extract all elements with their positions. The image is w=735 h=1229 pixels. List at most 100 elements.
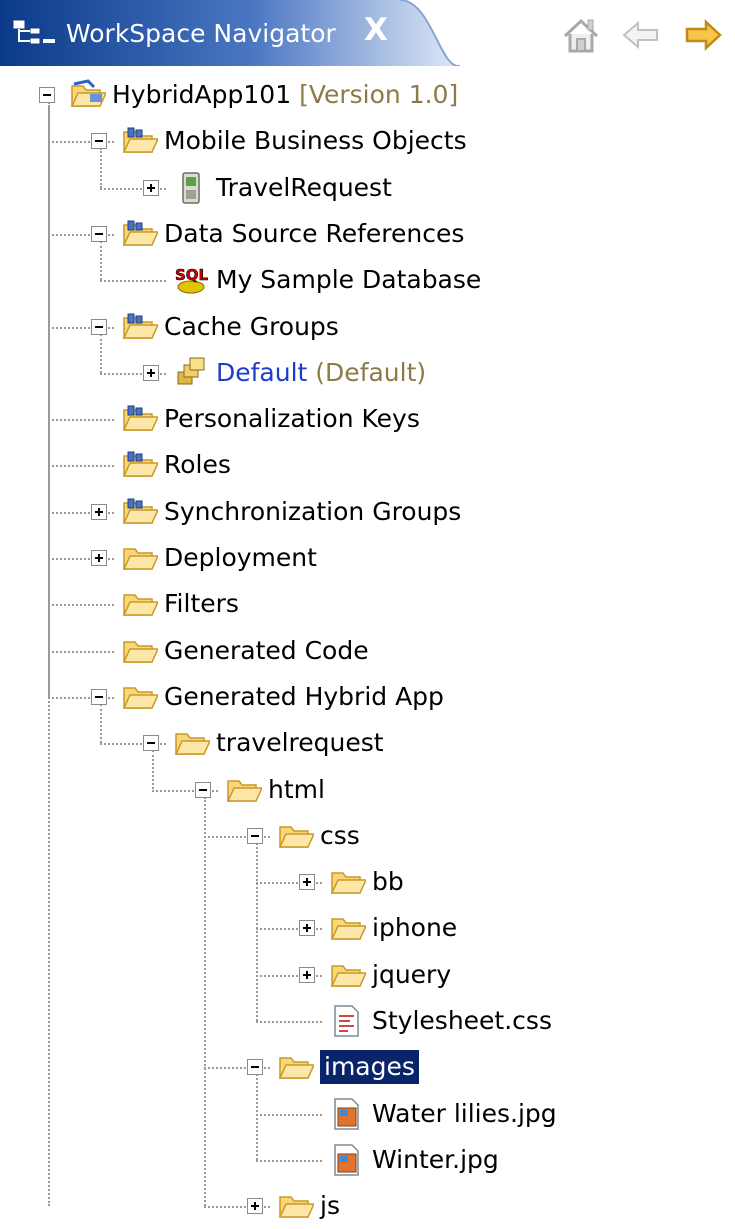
collapse-toggle-icon[interactable]	[247, 1059, 263, 1076]
tree-item-label[interactable]: Roles	[164, 448, 231, 482]
tree-item[interactable]: Synchronization Groups	[0, 489, 735, 535]
tree-item[interactable]: Default (Default)	[0, 350, 735, 396]
tree-item-label[interactable]: Personalization Keys	[164, 402, 420, 436]
tree-item-label[interactable]: My Sample Database	[216, 263, 481, 297]
tree-item[interactable]: Generated Code	[0, 628, 735, 674]
tree-item-label[interactable]: html	[268, 773, 325, 807]
collapse-toggle-icon[interactable]	[91, 688, 107, 705]
tree-item-label[interactable]: js	[320, 1189, 340, 1223]
tree-item-label[interactable]: iphone	[372, 911, 457, 945]
tree-item[interactable]: travelrequest	[0, 720, 735, 766]
tree-item-label[interactable]: travelrequest	[216, 726, 384, 760]
collapse-toggle-icon[interactable]	[91, 133, 107, 150]
tree-item-label[interactable]: bb	[372, 865, 404, 899]
tree-item[interactable]: Data Source References	[0, 211, 735, 257]
svg-text:SQL: SQL	[175, 266, 209, 284]
tree-item[interactable]: HybridApp101 [Version 1.0]	[0, 72, 735, 118]
tree-item-name: Generated Code	[164, 635, 369, 665]
expand-toggle-icon[interactable]	[91, 550, 107, 566]
tree-item[interactable]: iphone	[0, 905, 735, 951]
tree-item-label[interactable]: TravelRequest	[216, 171, 392, 205]
view-title: WorkSpace Navigator	[66, 19, 336, 48]
tree-item[interactable]: images	[0, 1044, 735, 1090]
tree-item[interactable]: Roles	[0, 442, 735, 488]
collapse-toggle-icon[interactable]	[247, 827, 263, 844]
tree-item[interactable]: Deployment	[0, 535, 735, 581]
collapse-toggle-icon[interactable]	[143, 735, 159, 752]
tree-item[interactable]: Mobile Business Objects	[0, 118, 735, 164]
tree-item-label[interactable]: css	[320, 819, 360, 853]
navigator-tree: HybridApp101 [Version 1.0] Mobile Busine…	[0, 68, 735, 1220]
sup-folder-icon	[122, 405, 158, 431]
tree-item-label[interactable]: jquery	[372, 958, 451, 992]
tree-item-label[interactable]: Generated Code	[164, 634, 369, 668]
tree-item-name: Cache Groups	[164, 311, 339, 341]
image-file-icon	[334, 1097, 359, 1130]
expand-toggle-icon[interactable]	[299, 966, 315, 983]
expand-toggle-icon[interactable]	[299, 920, 315, 937]
back-arrow-icon[interactable]	[620, 14, 662, 56]
tree-connector-line	[48, 604, 114, 607]
sup-folder-icon	[122, 313, 158, 339]
tree-item[interactable]: Stylesheet.css	[0, 998, 735, 1044]
tree-item[interactable]: SQL My Sample Database	[0, 257, 735, 303]
tree-item-label[interactable]: Data Source References	[164, 217, 464, 251]
tree-item[interactable]: js	[0, 1183, 735, 1229]
tree-item-name: iphone	[372, 913, 458, 943]
collapse-toggle-icon[interactable]	[91, 225, 107, 242]
tree-item[interactable]: html	[0, 767, 735, 813]
expand-toggle-icon[interactable]	[299, 874, 315, 891]
sql-database-icon: SQL	[175, 266, 209, 294]
forward-arrow-icon[interactable]	[682, 14, 724, 56]
tree-item[interactable]: css	[0, 813, 735, 859]
expand-toggle-icon[interactable]	[91, 503, 107, 520]
tree-item-label[interactable]: Mobile Business Objects	[164, 124, 467, 158]
expand-toggle-icon[interactable]	[143, 364, 159, 381]
expand-toggle-icon[interactable]	[143, 179, 159, 196]
tree-item-name: Personalization Keys	[164, 404, 420, 434]
tree-connector-line	[256, 1159, 322, 1162]
tree-connector-line	[48, 465, 114, 468]
tree-item-name: Mobile Business Objects	[164, 126, 467, 156]
folder-icon	[122, 594, 158, 617]
collapse-toggle-icon[interactable]	[91, 318, 107, 335]
tree-item[interactable]: Water lilies.jpg	[0, 1091, 735, 1137]
tree-item-name: jquery	[372, 959, 452, 989]
tree-item[interactable]: bb	[0, 859, 735, 905]
tree-item[interactable]: Filters	[0, 581, 735, 627]
tree-item[interactable]: Generated Hybrid App	[0, 674, 735, 720]
tree-item-label[interactable]: Deployment	[164, 541, 317, 575]
tree-item-label[interactable]: Filters	[164, 587, 239, 621]
tree-item-name: Winter.jpg	[372, 1144, 499, 1174]
tree-item-name: Stylesheet.css	[372, 1006, 552, 1035]
tree-item-label[interactable]: Generated Hybrid App	[164, 680, 444, 714]
tree-item[interactable]: jquery	[0, 952, 735, 998]
tree-item[interactable]: Cache Groups	[0, 304, 735, 350]
image-file-icon	[334, 1144, 359, 1176]
collapse-toggle-icon[interactable]	[195, 781, 211, 798]
tree-item-label[interactable]: Cache Groups	[164, 310, 339, 344]
tree-item-decoration: [Version 1.0]	[291, 80, 459, 109]
expand-toggle-icon[interactable]	[247, 1198, 263, 1215]
sup-folder-icon	[122, 220, 158, 246]
tree-item-label[interactable]: Stylesheet.css	[372, 1004, 552, 1038]
folder-icon	[278, 826, 314, 848]
tree-item-label[interactable]: Winter.jpg	[372, 1143, 499, 1177]
tree-item[interactable]: Winter.jpg	[0, 1137, 735, 1183]
close-view-icon[interactable]: X	[364, 12, 388, 48]
tree-connector-line	[48, 419, 114, 422]
home-icon[interactable]	[560, 14, 602, 56]
tree-item-label[interactable]: images	[320, 1050, 419, 1085]
tree-item[interactable]: Personalization Keys	[0, 396, 735, 442]
tree-item-label[interactable]: HybridApp101 [Version 1.0]	[112, 78, 458, 112]
tree-item[interactable]: TravelRequest	[0, 165, 735, 211]
tree-item-label[interactable]: Synchronization Groups	[164, 495, 461, 529]
cache-group-icon	[177, 357, 205, 385]
tree-item-name: html	[268, 774, 325, 804]
folder-icon	[122, 687, 158, 709]
collapse-toggle-icon[interactable]	[39, 87, 55, 103]
sup-folder-icon	[122, 498, 158, 524]
tree-item-name: css	[320, 820, 360, 850]
tree-item-label[interactable]: Water lilies.jpg	[372, 1097, 557, 1131]
tree-item-label[interactable]: Default (Default)	[216, 356, 426, 390]
